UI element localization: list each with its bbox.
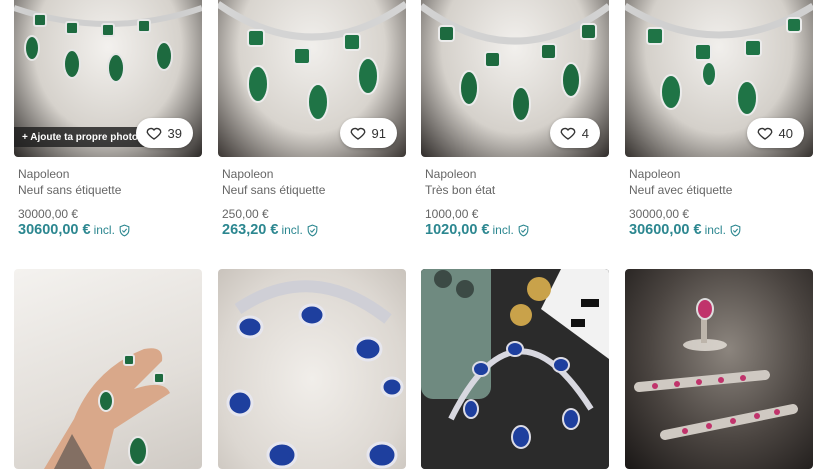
item-brand[interactable]: Napoleon bbox=[425, 167, 476, 181]
incl-label: incl. bbox=[704, 223, 726, 237]
incl-label: incl. bbox=[93, 223, 115, 237]
add-photo-button[interactable]: + Ajoute ta propre photo bbox=[14, 127, 147, 147]
item-condition: Neuf sans étiquette bbox=[18, 183, 122, 197]
favorite-button[interactable]: 4 bbox=[549, 118, 600, 148]
total-amount: 263,20 € bbox=[222, 222, 279, 238]
incl-label: incl. bbox=[281, 223, 303, 237]
listing-card-8[interactable] bbox=[625, 269, 813, 469]
item-condition: Neuf avec étiquette bbox=[629, 183, 733, 197]
listing-photo[interactable] bbox=[218, 269, 406, 469]
listing-card-5[interactable] bbox=[14, 269, 202, 469]
item-price: 1000,00 € bbox=[425, 207, 479, 221]
favorite-count: 4 bbox=[581, 125, 589, 141]
shield-icon bbox=[119, 224, 130, 237]
shield-icon bbox=[307, 224, 318, 237]
favorite-button[interactable]: 39 bbox=[135, 118, 193, 148]
favorite-count: 40 bbox=[778, 125, 793, 141]
item-total-price[interactable]: 30600,00 € incl. bbox=[18, 222, 131, 238]
item-brand[interactable]: Napoleon bbox=[222, 167, 273, 181]
listing-card-4[interactable]: 40 Napoleon Neuf avec étiquette 30000,00… bbox=[625, 0, 813, 238]
total-amount: 30600,00 € bbox=[18, 222, 91, 238]
shield-icon bbox=[730, 224, 741, 237]
item-condition: Neuf sans étiquette bbox=[222, 183, 326, 197]
heart-icon bbox=[560, 127, 576, 140]
item-total-price[interactable]: 263,20 € incl. bbox=[222, 222, 319, 238]
heart-icon bbox=[350, 127, 365, 140]
sapphire-necklace-image bbox=[226, 280, 404, 469]
listing-photo[interactable]: 4 bbox=[421, 0, 609, 157]
item-brand[interactable]: Napoleon bbox=[629, 167, 680, 181]
item-total-price[interactable]: 1020,00 € incl. bbox=[425, 222, 530, 238]
total-amount: 1020,00 € bbox=[425, 222, 490, 238]
listing-card-3[interactable]: 4 Napoleon Très bon état 1000,00 € 1020,… bbox=[421, 0, 609, 238]
listing-photo[interactable] bbox=[421, 269, 609, 469]
item-total-price[interactable]: 30600,00 € incl. bbox=[629, 222, 742, 238]
heart-icon bbox=[146, 127, 161, 140]
favorite-button[interactable]: 91 bbox=[339, 118, 397, 148]
item-price: 30000,00 € bbox=[629, 207, 690, 221]
favorite-count: 39 bbox=[167, 125, 182, 141]
ruby-bracelets-museum-image bbox=[634, 298, 798, 440]
listing-card-1[interactable]: + Ajoute ta propre photo 39 Napoleon Neu… bbox=[14, 0, 202, 238]
listing-photo[interactable]: + Ajoute ta propre photo 39 bbox=[14, 0, 202, 157]
listing-card-7[interactable] bbox=[421, 269, 609, 469]
listing-photo[interactable] bbox=[14, 269, 202, 469]
total-amount: 30600,00 € bbox=[629, 222, 702, 238]
favorite-count: 91 bbox=[371, 125, 386, 141]
hand-emerald-necklace-image bbox=[44, 348, 170, 469]
favorite-button[interactable]: 40 bbox=[746, 118, 804, 148]
sapphire-necklace-with-phone-image bbox=[421, 269, 609, 469]
listing-photo[interactable] bbox=[625, 269, 813, 469]
listing-card-2[interactable]: 91 Napoleon Neuf sans étiquette 250,00 €… bbox=[218, 0, 406, 238]
heart-icon bbox=[757, 127, 772, 140]
item-price: 30000,00 € bbox=[18, 207, 79, 221]
shield-icon bbox=[518, 224, 529, 237]
listing-card-6[interactable] bbox=[218, 269, 406, 469]
item-condition: Très bon état bbox=[425, 183, 496, 197]
listing-photo[interactable]: 40 bbox=[625, 0, 813, 157]
incl-label: incl. bbox=[492, 223, 514, 237]
item-price: 250,00 € bbox=[222, 207, 269, 221]
listing-photo[interactable]: 91 bbox=[218, 0, 406, 157]
item-brand[interactable]: Napoleon bbox=[18, 167, 69, 181]
